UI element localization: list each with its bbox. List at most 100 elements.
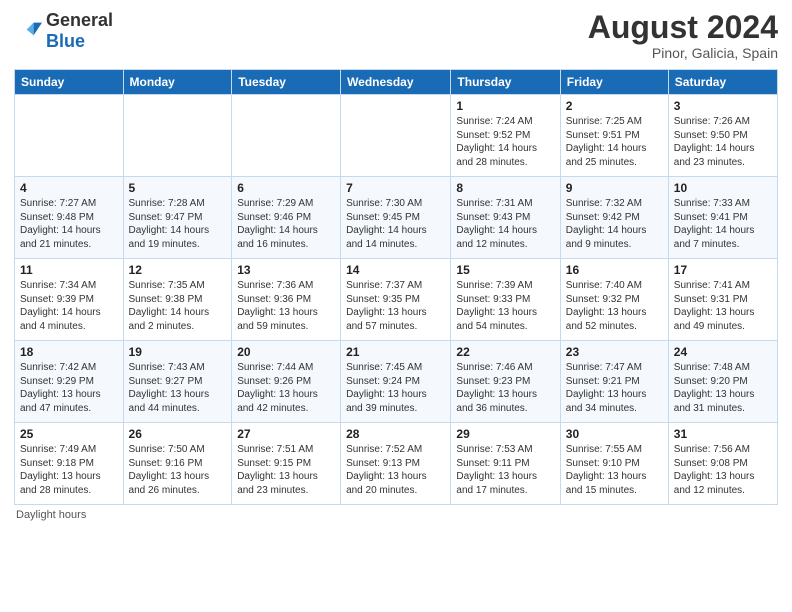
- calendar-cell: 9 Sunrise: 7:32 AM Sunset: 9:42 PM Daylig…: [560, 177, 668, 259]
- calendar-cell: 18 Sunrise: 7:42 AM Sunset: 9:29 PM Dayli…: [15, 341, 124, 423]
- calendar-cell: 22Sunrise: 7:46 AM Sunset: 9:23 PM Dayli…: [451, 341, 560, 423]
- footer-note: Daylight hours: [14, 509, 778, 521]
- calendar-week-row: 11 Sunrise: 7:34 AM Sunset: 9:39 PM Dayli…: [15, 259, 778, 341]
- calendar-cell: [15, 95, 124, 177]
- day-info: Sunrise: 7:51 AM Sunset: 9:15 PM Dayligh…: [237, 443, 335, 497]
- day-number: 31: [674, 427, 772, 441]
- day-info: Sunrise: 7:40 AM Sunset: 9:32 PM Dayligh…: [566, 279, 663, 333]
- day-number: 11: [20, 263, 118, 277]
- calendar-week-row: 4 Sunrise: 7:27 AM Sunset: 9:48 PM Daylig…: [15, 177, 778, 259]
- day-number: 5: [129, 181, 227, 195]
- day-number: 14: [346, 263, 445, 277]
- calendar-cell: 7 Sunrise: 7:30 AM Sunset: 9:45 PM Daylig…: [341, 177, 451, 259]
- day-number: 13: [237, 263, 335, 277]
- day-info: Sunrise: 7:46 AM Sunset: 9:23 PM Dayligh…: [456, 361, 554, 415]
- day-info: Sunrise: 7:37 AM Sunset: 9:35 PM Dayligh…: [346, 279, 445, 333]
- day-number: 19: [129, 345, 227, 359]
- calendar-cell: 30 Sunrise: 7:55 AM Sunset: 9:10 PM Dayli…: [560, 423, 668, 505]
- calendar-cell: 10 Sunrise: 7:33 AM Sunset: 9:41 PM Dayli…: [668, 177, 777, 259]
- day-info: Sunrise: 7:34 AM Sunset: 9:39 PM Dayligh…: [20, 279, 118, 333]
- calendar-cell: 5 Sunrise: 7:28 AM Sunset: 9:47 PM Daylig…: [123, 177, 232, 259]
- page-header: General Blue August 2024 Pinor, Galicia,…: [14, 10, 778, 61]
- calendar-cell: 1 Sunrise: 7:24 AM Sunset: 9:52 PM Daylig…: [451, 95, 560, 177]
- calendar-cell: 31Sunrise: 7:56 AM Sunset: 9:08 PM Dayli…: [668, 423, 777, 505]
- day-info: Sunrise: 7:35 AM Sunset: 9:38 PM Dayligh…: [129, 279, 227, 333]
- calendar-cell: 20 Sunrise: 7:44 AM Sunset: 9:26 PM Dayli…: [232, 341, 341, 423]
- day-info: Sunrise: 7:33 AM Sunset: 9:41 PM Dayligh…: [674, 197, 772, 251]
- day-number: 20: [237, 345, 335, 359]
- day-info: Sunrise: 7:29 AM Sunset: 9:46 PM Dayligh…: [237, 197, 335, 251]
- day-info: Sunrise: 7:31 AM Sunset: 9:43 PM Dayligh…: [456, 197, 554, 251]
- day-number: 18: [20, 345, 118, 359]
- day-info: Sunrise: 7:39 AM Sunset: 9:33 PM Dayligh…: [456, 279, 554, 333]
- day-number: 1: [456, 99, 554, 113]
- day-number: 2: [566, 99, 663, 113]
- calendar-cell: 27 Sunrise: 7:51 AM Sunset: 9:15 PM Dayli…: [232, 423, 341, 505]
- logo-icon: [14, 17, 42, 45]
- day-number: 9: [566, 181, 663, 195]
- day-number: 12: [129, 263, 227, 277]
- calendar-cell: 8 Sunrise: 7:31 AM Sunset: 9:43 PM Daylig…: [451, 177, 560, 259]
- day-info: Sunrise: 7:27 AM Sunset: 9:48 PM Dayligh…: [20, 197, 118, 251]
- calendar-day-header: Saturday: [668, 70, 777, 95]
- day-info: Sunrise: 7:30 AM Sunset: 9:45 PM Dayligh…: [346, 197, 445, 251]
- calendar-day-header: Monday: [123, 70, 232, 95]
- day-number: 10: [674, 181, 772, 195]
- calendar-cell: 24 Sunrise: 7:48 AM Sunset: 9:20 PM Dayli…: [668, 341, 777, 423]
- calendar-week-row: 1 Sunrise: 7:24 AM Sunset: 9:52 PM Daylig…: [15, 95, 778, 177]
- calendar-table: SundayMondayTuesdayWednesdayThursdayFrid…: [14, 69, 778, 505]
- day-number: 24: [674, 345, 772, 359]
- calendar-week-row: 25 Sunrise: 7:49 AM Sunset: 9:18 PM Dayli…: [15, 423, 778, 505]
- calendar-day-header: Thursday: [451, 70, 560, 95]
- day-info: Sunrise: 7:45 AM Sunset: 9:24 PM Dayligh…: [346, 361, 445, 415]
- calendar-cell: [123, 95, 232, 177]
- day-info: Sunrise: 7:48 AM Sunset: 9:20 PM Dayligh…: [674, 361, 772, 415]
- day-number: 26: [129, 427, 227, 441]
- day-number: 30: [566, 427, 663, 441]
- month-year: August 2024: [588, 10, 778, 45]
- calendar-cell: 19 Sunrise: 7:43 AM Sunset: 9:27 PM Dayli…: [123, 341, 232, 423]
- day-info: Sunrise: 7:52 AM Sunset: 9:13 PM Dayligh…: [346, 443, 445, 497]
- day-info: Sunrise: 7:43 AM Sunset: 9:27 PM Dayligh…: [129, 361, 227, 415]
- day-number: 16: [566, 263, 663, 277]
- day-info: Sunrise: 7:55 AM Sunset: 9:10 PM Dayligh…: [566, 443, 663, 497]
- day-number: 25: [20, 427, 118, 441]
- location: Pinor, Galicia, Spain: [588, 45, 778, 61]
- calendar-cell: 29 Sunrise: 7:53 AM Sunset: 9:11 PM Dayli…: [451, 423, 560, 505]
- calendar-cell: 14 Sunrise: 7:37 AM Sunset: 9:35 PM Dayli…: [341, 259, 451, 341]
- day-number: 8: [456, 181, 554, 195]
- day-number: 17: [674, 263, 772, 277]
- day-number: 4: [20, 181, 118, 195]
- day-info: Sunrise: 7:41 AM Sunset: 9:31 PM Dayligh…: [674, 279, 772, 333]
- day-number: 27: [237, 427, 335, 441]
- day-info: Sunrise: 7:42 AM Sunset: 9:29 PM Dayligh…: [20, 361, 118, 415]
- calendar-header-row: SundayMondayTuesdayWednesdayThursdayFrid…: [15, 70, 778, 95]
- logo-text: General Blue: [46, 10, 113, 52]
- calendar-cell: 17 Sunrise: 7:41 AM Sunset: 9:31 PM Dayli…: [668, 259, 777, 341]
- day-info: Sunrise: 7:28 AM Sunset: 9:47 PM Dayligh…: [129, 197, 227, 251]
- day-info: Sunrise: 7:50 AM Sunset: 9:16 PM Dayligh…: [129, 443, 227, 497]
- day-info: Sunrise: 7:53 AM Sunset: 9:11 PM Dayligh…: [456, 443, 554, 497]
- page-container: General Blue August 2024 Pinor, Galicia,…: [0, 0, 792, 531]
- day-info: Sunrise: 7:26 AM Sunset: 9:50 PM Dayligh…: [674, 115, 772, 169]
- day-number: 21: [346, 345, 445, 359]
- calendar-week-row: 18 Sunrise: 7:42 AM Sunset: 9:29 PM Dayli…: [15, 341, 778, 423]
- day-number: 7: [346, 181, 445, 195]
- day-info: Sunrise: 7:49 AM Sunset: 9:18 PM Dayligh…: [20, 443, 118, 497]
- calendar-cell: 23Sunrise: 7:47 AM Sunset: 9:21 PM Dayli…: [560, 341, 668, 423]
- day-number: 29: [456, 427, 554, 441]
- calendar-day-header: Friday: [560, 70, 668, 95]
- day-info: Sunrise: 7:24 AM Sunset: 9:52 PM Dayligh…: [456, 115, 554, 169]
- logo: General Blue: [14, 10, 113, 52]
- day-info: Sunrise: 7:36 AM Sunset: 9:36 PM Dayligh…: [237, 279, 335, 333]
- day-info: Sunrise: 7:32 AM Sunset: 9:42 PM Dayligh…: [566, 197, 663, 251]
- day-info: Sunrise: 7:44 AM Sunset: 9:26 PM Dayligh…: [237, 361, 335, 415]
- day-number: 23: [566, 345, 663, 359]
- calendar-cell: 16 Sunrise: 7:40 AM Sunset: 9:32 PM Dayli…: [560, 259, 668, 341]
- calendar-cell: 6Sunrise: 7:29 AM Sunset: 9:46 PM Daylig…: [232, 177, 341, 259]
- logo-general: General: [46, 10, 113, 30]
- calendar-cell: [232, 95, 341, 177]
- calendar-cell: 4 Sunrise: 7:27 AM Sunset: 9:48 PM Daylig…: [15, 177, 124, 259]
- calendar-cell: 25 Sunrise: 7:49 AM Sunset: 9:18 PM Dayli…: [15, 423, 124, 505]
- calendar-day-header: Wednesday: [341, 70, 451, 95]
